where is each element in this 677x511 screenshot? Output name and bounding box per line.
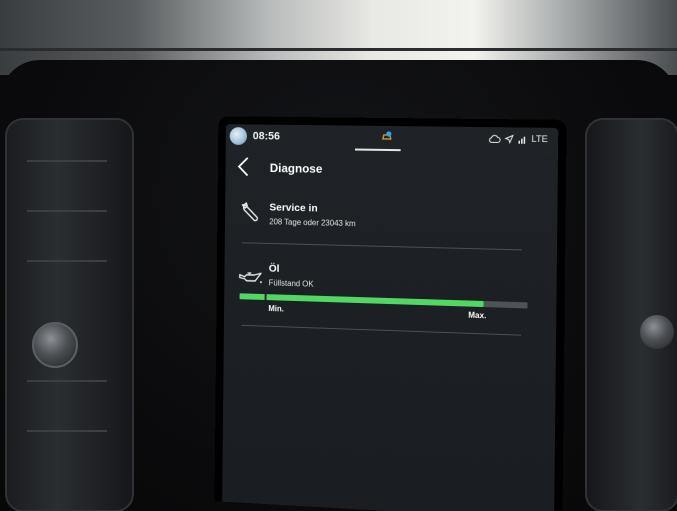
right-vent-knob [640, 315, 674, 349]
service-title: Service in [269, 201, 318, 215]
vent-slat [27, 430, 107, 432]
oil-min-marker [264, 293, 267, 302]
vent-slat [27, 260, 107, 262]
connected-car-icon[interactable] [380, 130, 394, 144]
clock: 08:56 [252, 130, 281, 143]
page-header: Diagnose [225, 154, 558, 188]
active-tab-indicator [354, 148, 401, 152]
status-bar: 08:56 LTE [226, 124, 559, 154]
left-air-vent [5, 118, 134, 511]
oil-title: Öl [268, 262, 280, 275]
service-info-row[interactable]: Service in 208 Tage oder 23043 km [225, 197, 558, 244]
oil-max-label: Max. [468, 310, 487, 321]
location-arrow-icon [505, 134, 514, 143]
diagnose-screen: 08:56 LTE Diagnose Service in 208 Tage o… [222, 124, 559, 511]
car-dashboard-scene: 08:56 LTE Diagnose Service in 208 Tage o… [0, 0, 677, 511]
signal-icon [518, 136, 526, 144]
cloud-sync-icon [489, 134, 501, 143]
chevron-left-icon[interactable] [235, 156, 253, 178]
page-title: Diagnose [269, 161, 323, 176]
oil-can-icon [238, 270, 263, 284]
avatar[interactable] [229, 127, 248, 146]
divider [242, 242, 522, 251]
vent-slat [27, 380, 107, 382]
network-type: LTE [531, 133, 548, 145]
oil-min-label: Min. [268, 304, 284, 314]
vent-slat [27, 160, 107, 162]
service-detail: 208 Tage oder 23043 km [269, 217, 356, 229]
infotainment-display: 08:56 LTE Diagnose Service in 208 Tage o… [214, 116, 567, 511]
oil-status: Füllstand OK [268, 278, 314, 289]
right-air-vent [585, 118, 677, 511]
vent-slat [27, 210, 107, 212]
left-vent-knob [32, 322, 78, 368]
wrench-icon [240, 201, 261, 223]
status-icons: LTE [489, 133, 548, 144]
windshield-edge [0, 48, 677, 51]
